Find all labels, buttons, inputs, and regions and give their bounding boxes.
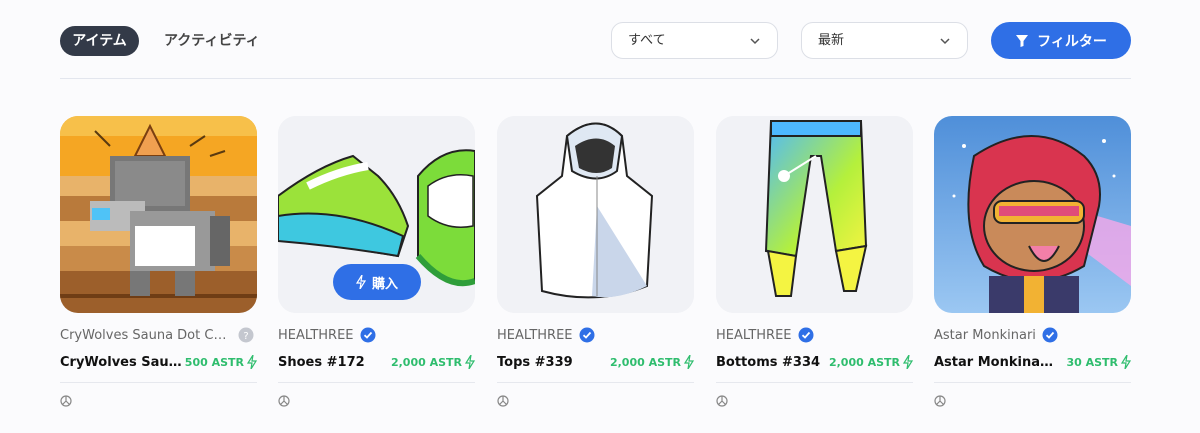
item-price: 2,000 ASTR — [829, 355, 913, 369]
lightning-icon — [684, 355, 694, 369]
lightning-icon — [355, 275, 366, 289]
sort-select-value: 最新 — [818, 33, 845, 48]
seller-avatar-icon[interactable] — [278, 395, 290, 407]
nft-card[interactable]: Astar Monkinari Astar Monkinari #... 30 … — [934, 116, 1131, 411]
lightning-icon — [903, 355, 913, 369]
seller-avatar-icon[interactable] — [497, 395, 509, 407]
lightning-icon — [1121, 355, 1131, 369]
verified-badge-icon — [360, 327, 376, 343]
item-price: 2,000 ASTR — [610, 355, 694, 369]
svg-text:?: ? — [243, 331, 248, 342]
verified-badge-icon — [1042, 327, 1058, 343]
nft-image[interactable]: 購入 — [278, 116, 475, 313]
lightning-icon — [465, 355, 475, 369]
collection-name[interactable]: Astar Monkinari — [934, 326, 1131, 344]
item-price: 30 ASTR — [1066, 355, 1131, 369]
white-hoodie-image — [497, 116, 694, 313]
nft-card[interactable]: HEALTHREE Bottoms #334 2,000 ASTR — [716, 116, 913, 411]
gradient-pants-image — [716, 116, 913, 313]
nft-card[interactable]: 購入 HEALTHREE Shoes #172 2,000 ASTR — [278, 116, 475, 411]
chevron-down-icon — [940, 38, 950, 45]
unverified-question-icon: ? — [238, 327, 254, 343]
nft-image[interactable] — [934, 116, 1131, 313]
collection-name[interactable]: HEALTHREE — [497, 326, 694, 344]
item-price: 500 ASTR — [185, 355, 257, 369]
nft-image[interactable] — [60, 116, 257, 313]
card-divider — [497, 382, 694, 383]
nft-image[interactable] — [497, 116, 694, 313]
tab-items[interactable]: アイテム — [60, 26, 139, 56]
card-divider — [60, 382, 257, 383]
buy-button[interactable]: 購入 — [333, 264, 421, 300]
nft-card[interactable]: HEALTHREE Tops #339 2,000 ASTR — [497, 116, 694, 411]
seller-avatar-icon[interactable] — [60, 395, 72, 407]
card-divider — [716, 382, 913, 383]
funnel-icon — [1016, 34, 1029, 47]
chevron-down-icon — [750, 38, 760, 45]
card-divider — [278, 382, 475, 383]
pixel-wolf-sauna-image — [60, 116, 257, 313]
item-name[interactable]: Tops #339 — [497, 355, 573, 370]
card-divider — [934, 382, 1131, 383]
filter-button[interactable]: フィルター — [991, 22, 1131, 59]
nft-card[interactable]: CryWolves Sauna Dot Coll... ? CryWolves … — [60, 116, 257, 411]
lightning-icon — [247, 355, 257, 369]
verified-badge-icon — [798, 327, 814, 343]
monkey-visor-image — [934, 116, 1131, 313]
item-name[interactable]: Astar Monkinari #... — [934, 355, 1056, 370]
filter-button-label: フィルター — [1037, 33, 1107, 50]
buy-button-label: 購入 — [371, 276, 398, 292]
category-select-value: すべて — [628, 33, 666, 48]
seller-avatar-icon[interactable] — [716, 395, 728, 407]
item-name[interactable]: Bottoms #334 — [716, 355, 820, 370]
item-name[interactable]: CryWolves Saun... — [60, 355, 182, 370]
nft-image[interactable] — [716, 116, 913, 313]
collection-name[interactable]: CryWolves Sauna Dot Coll... ? — [60, 326, 257, 344]
collection-name[interactable]: HEALTHREE — [278, 326, 475, 344]
sort-select[interactable]: 最新 — [801, 22, 968, 59]
verified-badge-icon — [579, 327, 595, 343]
collection-name[interactable]: HEALTHREE — [716, 326, 913, 344]
tab-activity[interactable]: アクティビティ — [164, 26, 260, 56]
seller-avatar-icon[interactable] — [934, 395, 946, 407]
header-divider — [60, 78, 1131, 79]
item-price: 2,000 ASTR — [391, 355, 475, 369]
top-bar: アイテム アクティビティ すべて 最新 フィルター — [60, 22, 1131, 62]
item-name[interactable]: Shoes #172 — [278, 355, 365, 370]
category-select[interactable]: すべて — [611, 22, 778, 59]
